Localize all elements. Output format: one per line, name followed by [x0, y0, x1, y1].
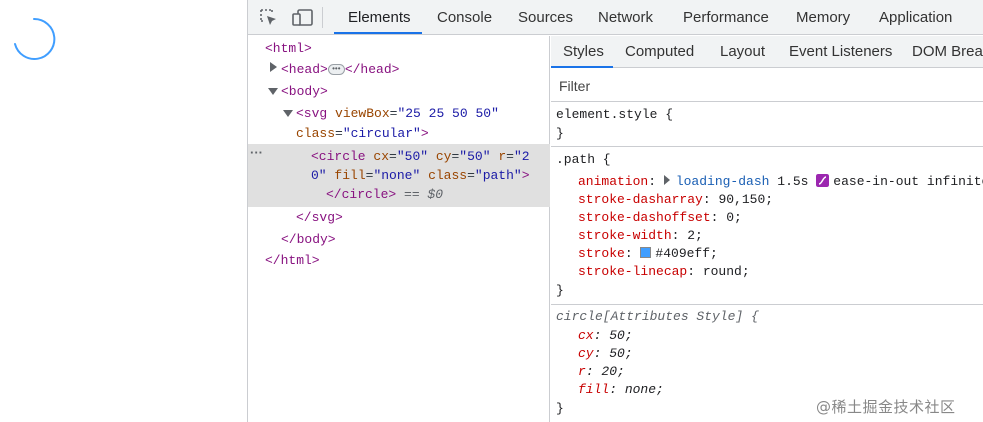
- tab-console[interactable]: Console: [437, 0, 492, 35]
- tab-memory[interactable]: Memory: [796, 0, 850, 35]
- expand-head-icon[interactable]: [270, 62, 277, 72]
- tree-node-head[interactable]: <head> ••• </head>: [281, 61, 399, 79]
- style-prop-stroke-dashoffset[interactable]: stroke-dashoffset: 0;: [578, 209, 742, 227]
- attr-prop-fill: fill: none;: [578, 382, 664, 397]
- inspect-element-icon[interactable]: [258, 7, 280, 29]
- attr-prop-cx: cx: 50;: [578, 328, 633, 343]
- style-prop-stroke-linecap[interactable]: stroke-linecap: round;: [578, 263, 750, 281]
- tab-network[interactable]: Network: [598, 0, 653, 35]
- devtools-panel: Elements Console Sources Network Perform…: [248, 0, 983, 422]
- rule-close-brace: }: [556, 126, 564, 141]
- collapse-svg-icon[interactable]: [283, 110, 293, 117]
- subtab-dom-breakpoints[interactable]: DOM Breakpoints: [912, 36, 983, 68]
- rule-selector[interactable]: element.style {: [556, 106, 673, 124]
- tab-elements[interactable]: Elements: [348, 0, 411, 35]
- subtab-event-listeners[interactable]: Event Listeners: [789, 36, 892, 68]
- attr-prop-cy: cy: 50;: [578, 346, 633, 361]
- tree-node-circle-close: </circle> == $0: [326, 187, 444, 202]
- style-prop-stroke-width[interactable]: stroke-width: 2;: [578, 227, 703, 245]
- elements-tree: ··· <html> <head> ••• </head> <body> <svg …: [248, 36, 550, 422]
- rule-close-brace: }: [556, 401, 564, 416]
- toolbar-separator: [322, 7, 323, 28]
- tree-node-html[interactable]: <html>: [265, 40, 312, 58]
- rule-element-style: element.style { }: [551, 103, 983, 147]
- tree-node-body-close: </body>: [281, 232, 336, 247]
- loading-spinner-icon: [14, 17, 56, 60]
- subtab-layout[interactable]: Layout: [720, 36, 765, 68]
- node-actions-icon[interactable]: ···: [250, 146, 263, 160]
- expand-animation-icon[interactable]: [663, 175, 670, 185]
- styles-subtabs: Styles Computed Layout Event Listeners D…: [551, 36, 983, 68]
- styles-filter-input[interactable]: [559, 75, 859, 97]
- styles-filter-bar: [551, 69, 983, 102]
- device-toolbar-icon[interactable]: [292, 7, 314, 29]
- style-prop-stroke[interactable]: stroke: #409eff;: [578, 245, 718, 263]
- collapsed-content-icon[interactable]: •••: [327, 64, 345, 76]
- style-prop-stroke-dasharray[interactable]: stroke-dasharray: 90,150;: [578, 191, 773, 209]
- subtab-computed[interactable]: Computed: [625, 36, 694, 68]
- style-prop-animation[interactable]: animation: loading-dash 1.5s ease-in-out…: [578, 173, 983, 191]
- tree-node-circle-cont: 0" fill="none" class="path">: [311, 168, 530, 183]
- tree-node-svg[interactable]: <svg viewBox="25 25 50 50": [296, 105, 499, 123]
- rule-selector[interactable]: .path {: [556, 151, 611, 169]
- page-preview: [0, 0, 248, 422]
- active-subtab-indicator: [551, 66, 613, 68]
- devtools-toolbar: Elements Console Sources Network Perform…: [248, 0, 983, 35]
- tree-node-html-close: </html>: [265, 253, 320, 268]
- tab-application[interactable]: Application: [879, 0, 952, 35]
- rule-close-brace: }: [556, 283, 564, 298]
- tree-node-svg-close: </svg>: [296, 210, 343, 225]
- attr-prop-r: r: 20;: [578, 364, 625, 379]
- selected-node-marker: == $0: [404, 187, 444, 202]
- rule-selector: circle[Attributes Style] {: [556, 309, 759, 324]
- easing-editor-icon[interactable]: [816, 174, 830, 187]
- collapse-body-icon[interactable]: [268, 88, 278, 95]
- tree-node-svg-class: class="circular">: [296, 126, 429, 141]
- tab-performance[interactable]: Performance: [683, 0, 769, 35]
- subtab-styles[interactable]: Styles: [563, 36, 604, 68]
- tree-node-body[interactable]: <body>: [281, 83, 328, 101]
- rule-path: .path { animation: loading-dash 1.5s eas…: [551, 148, 983, 305]
- color-swatch-icon[interactable]: [640, 247, 652, 258]
- active-tab-indicator: [334, 32, 422, 34]
- styles-pane: Styles Computed Layout Event Listeners D…: [551, 36, 983, 422]
- tab-sources[interactable]: Sources: [518, 0, 573, 35]
- tree-node-circle[interactable]: <circle cx="50" cy="50" r="2: [311, 148, 530, 166]
- watermark: @稀土掘金技术社区: [816, 398, 956, 416]
